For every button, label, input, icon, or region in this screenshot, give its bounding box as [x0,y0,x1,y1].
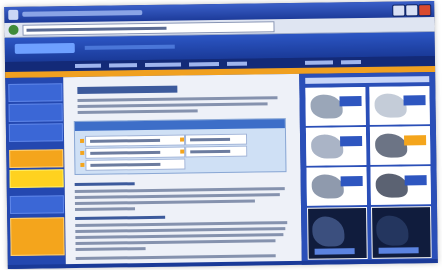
product-tile[interactable] [305,126,367,166]
body-text-line [74,193,280,200]
product-panel [299,72,438,265]
product-image [310,94,343,119]
link-item[interactable] [80,134,186,147]
product-tile[interactable] [305,86,366,126]
product-tile[interactable] [371,206,432,259]
url-input[interactable] [22,21,275,36]
product-caption [314,248,355,255]
product-label [339,96,362,107]
body-text-line [74,199,255,206]
product-label [340,176,363,187]
product-tile[interactable] [307,206,368,260]
maximize-button[interactable] [405,4,419,17]
body-text-line [75,221,288,228]
intro-text-line [77,109,198,114]
body-text-line [74,187,285,194]
link-text-blur [90,138,161,143]
section-heading [74,182,135,187]
link-item[interactable] [180,133,248,146]
body-text-line [75,227,286,234]
sidebar-item[interactable] [9,169,64,188]
nav-item[interactable] [304,60,334,65]
product-caption [378,247,419,254]
url-text-blur [26,26,167,32]
body-text-line [75,239,276,246]
link-item[interactable] [80,146,186,159]
window-title [22,10,143,17]
product-image [376,215,409,246]
link-item[interactable] [80,158,186,171]
product-label [340,136,363,147]
sidebar-item[interactable] [9,149,64,168]
product-label [403,95,426,106]
nav-item[interactable] [108,63,138,68]
bullet-icon [180,137,185,142]
product-image [311,134,344,159]
product-image [311,174,344,199]
browser-window [4,1,438,269]
link-box-header [74,119,285,132]
site-tagline [84,44,175,50]
body-text-line [75,207,136,212]
body-text-line [75,247,146,252]
product-image [375,173,408,198]
nav-item[interactable] [226,61,248,66]
nav-item[interactable] [74,63,102,69]
product-image [312,216,345,247]
link-text-blur [90,150,161,155]
product-panel-header [305,76,430,84]
sidebar-item[interactable] [8,103,63,122]
product-label [404,175,427,186]
link-box [73,118,287,176]
bullet-icon [180,149,185,154]
link-item[interactable] [180,145,248,158]
photo-of-monitor [0,0,442,270]
bullet-icon [80,162,85,167]
intro-text-line [77,102,268,108]
product-image [374,93,407,118]
body-text-line [75,254,276,261]
link-text-blur [190,137,231,142]
section-heading [75,215,166,221]
main-content [63,73,302,269]
sidebar-item[interactable] [8,123,64,142]
product-tile[interactable] [370,166,431,205]
left-sidebar [5,77,66,269]
sidebar-banner[interactable] [10,217,65,256]
body-text-line [75,233,284,240]
link-text-blur [90,162,161,167]
nav-item[interactable] [340,60,362,65]
intro-text-line [77,96,278,102]
back-icon[interactable] [8,24,19,35]
bullet-icon [80,138,85,143]
site-logo[interactable] [14,43,75,54]
product-tile[interactable] [306,166,367,206]
product-tile[interactable] [369,126,431,165]
nav-item[interactable] [188,62,220,67]
browser-icon [8,9,19,20]
product-label [404,135,427,146]
product-image [374,133,408,158]
minimize-button[interactable] [392,4,406,17]
page-title [77,85,178,95]
product-tile[interactable] [369,86,430,125]
link-text-blur [190,149,231,154]
close-button[interactable] [418,4,432,17]
sidebar-item[interactable] [8,83,63,102]
sidebar-item[interactable] [9,195,65,214]
bullet-icon [80,150,85,155]
nav-item[interactable] [144,62,182,68]
